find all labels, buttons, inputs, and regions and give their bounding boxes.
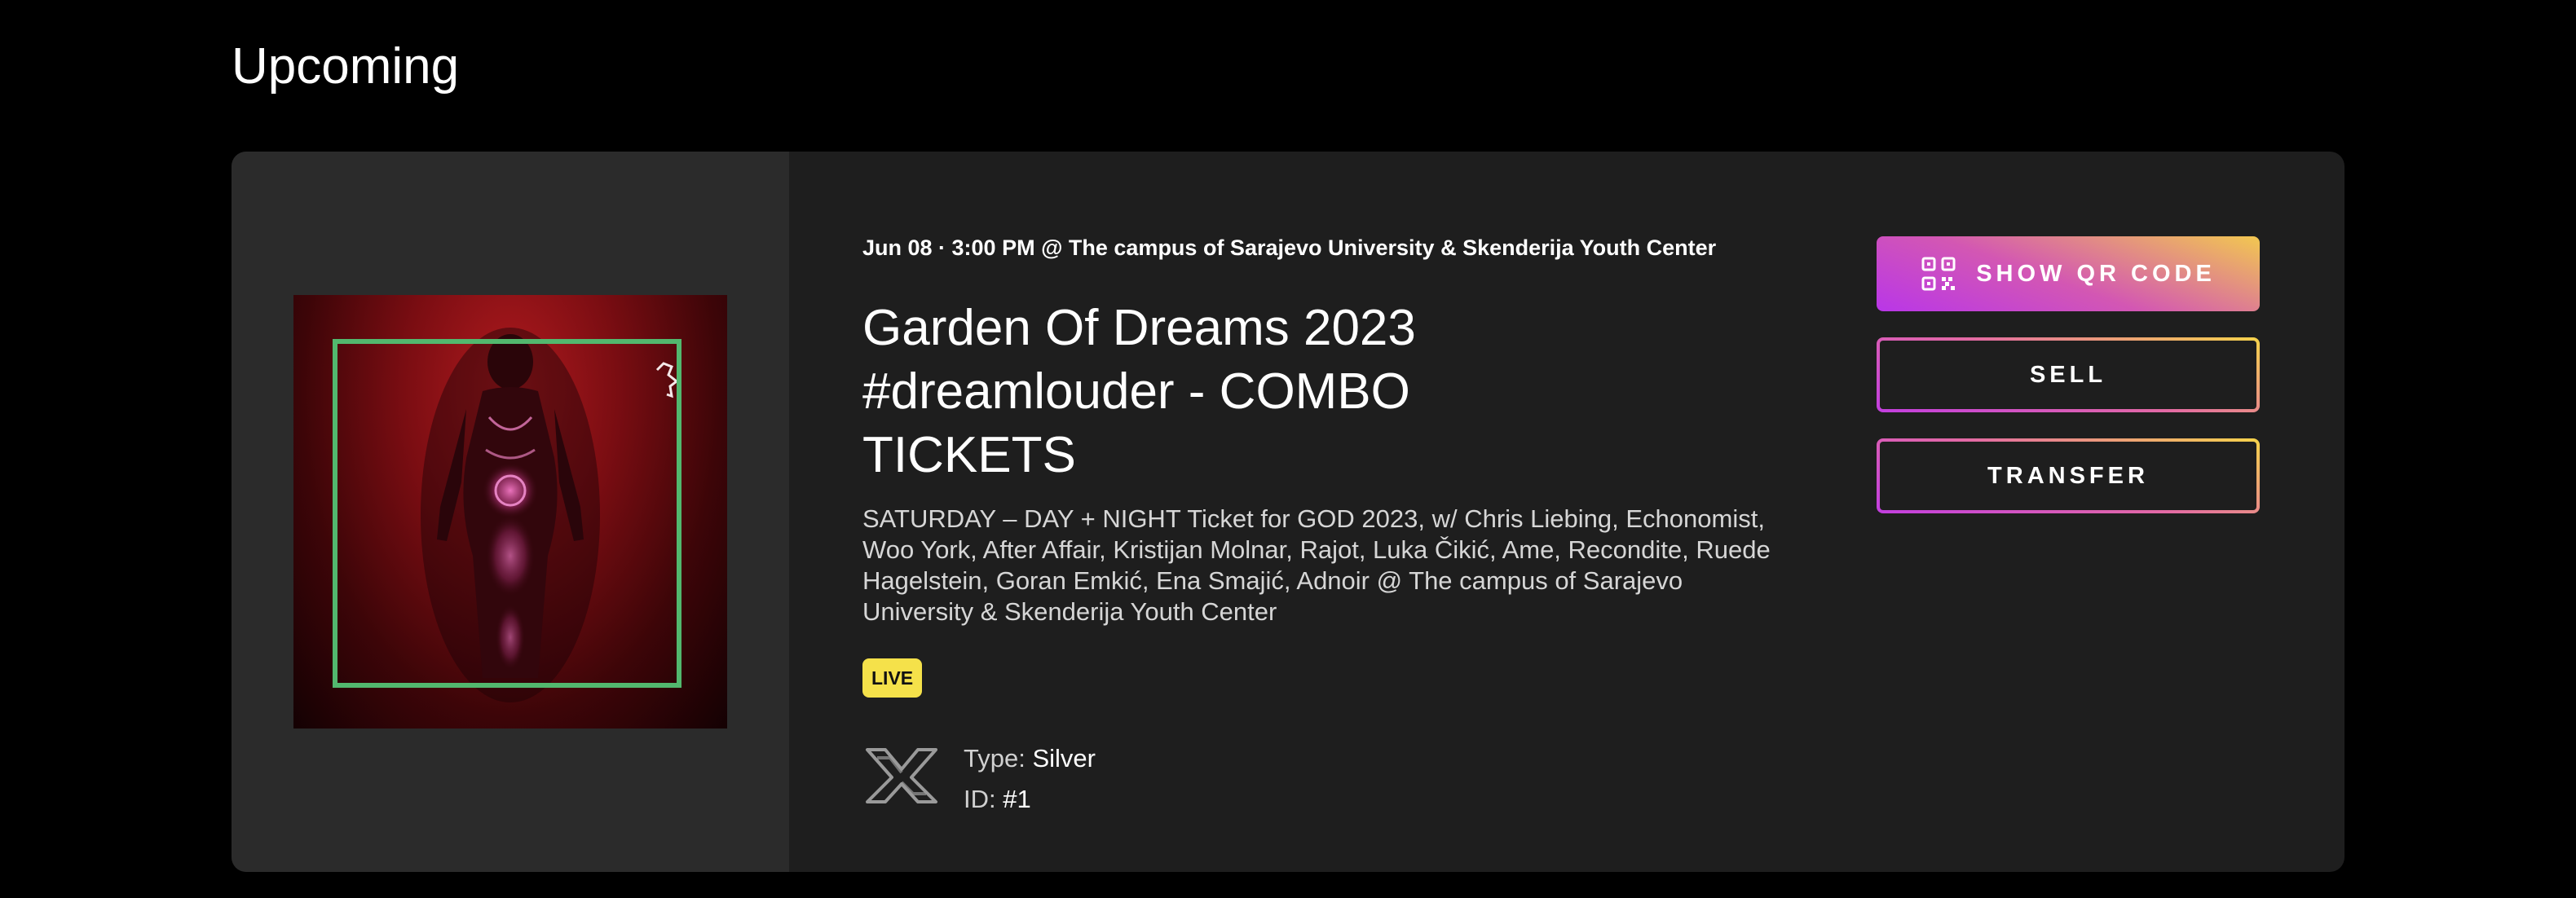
status-badge: LIVE: [862, 658, 923, 698]
ticket-actions: SHOW QR CODE SELL TRANSFER: [1877, 236, 2260, 539]
section-title: Upcoming: [232, 38, 460, 95]
transfer-button[interactable]: TRANSFER: [1877, 438, 2260, 513]
ticket-id-label: ID:: [964, 785, 996, 813]
event-title[interactable]: Garden Of Dreams 2023 #dreamlouder - COM…: [862, 297, 1482, 487]
ticket-meta: Type: Silver ID: #1: [964, 738, 1096, 820]
ticket-id-value: #1: [1003, 785, 1031, 813]
event-info: Jun 08 · 3:00 PM @ The campus of Sarajev…: [862, 233, 1792, 698]
show-qr-code-label: SHOW QR CODE: [1976, 260, 2216, 287]
event-date-venue: Jun 08 · 3:00 PM @ The campus of Sarajev…: [862, 236, 1717, 260]
show-qr-code-button[interactable]: SHOW QR CODE: [1877, 236, 2260, 311]
transfer-label: TRANSFER: [1987, 462, 2149, 489]
ticket-type: Type: Silver: [964, 738, 1096, 779]
artwork-frame: [333, 339, 681, 688]
xp-brand-icon: [866, 748, 937, 803]
ticket-type-label: Type:: [964, 744, 1026, 773]
event-artwork[interactable]: [293, 295, 727, 729]
sell-button[interactable]: SELL: [1877, 337, 2260, 412]
ticket-id: ID: #1: [964, 779, 1096, 820]
artwork-panel: [232, 152, 789, 872]
ticket-type-value: Silver: [1032, 744, 1096, 773]
sell-label: SELL: [2029, 361, 2107, 388]
ticket-card: Jun 08 · 3:00 PM @ The campus of Sarajev…: [232, 152, 2344, 872]
qr-code-icon: [1921, 257, 1956, 291]
event-description: SATURDAY – DAY + NIGHT Ticket for GOD 20…: [862, 504, 1771, 626]
page: Upcoming Jun 08 · 3:00 PM @ The campus o…: [0, 0, 2576, 898]
